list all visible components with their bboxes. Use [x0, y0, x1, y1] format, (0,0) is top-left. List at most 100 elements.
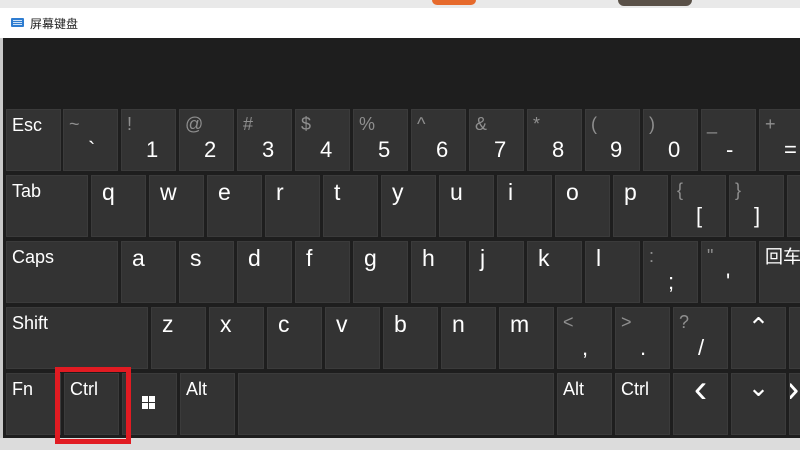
- key-label: Tab: [12, 181, 42, 201]
- key-alt-left[interactable]: Alt: [180, 373, 235, 435]
- key-q[interactable]: q: [91, 175, 146, 237]
- key-ctrl-right[interactable]: Ctrl: [615, 373, 670, 435]
- key-l[interactable]: l: [585, 241, 640, 303]
- key-8[interactable]: * 8: [527, 109, 582, 171]
- key-letter: s: [190, 245, 202, 271]
- key-main-symbol: ': [726, 269, 731, 294]
- key-space[interactable]: [238, 373, 554, 435]
- key-main-symbol: ,: [582, 335, 589, 360]
- key-letter: i: [508, 179, 514, 205]
- key-alt-right[interactable]: Alt: [557, 373, 612, 435]
- key-e[interactable]: e: [207, 175, 262, 237]
- key-arrow-down[interactable]: ⌄: [731, 373, 786, 435]
- key-6[interactable]: ^ 6: [411, 109, 466, 171]
- key-p[interactable]: p: [613, 175, 668, 237]
- key-7[interactable]: & 7: [469, 109, 524, 171]
- key-minus[interactable]: _ -: [701, 109, 756, 171]
- key-letter: d: [248, 245, 261, 271]
- key-shift-symbol: :: [649, 246, 655, 266]
- key-letter: q: [102, 179, 115, 205]
- key-semicolon[interactable]: : ;: [643, 241, 698, 303]
- key-letter: l: [596, 245, 602, 271]
- key-o[interactable]: o: [555, 175, 610, 237]
- key-1[interactable]: ! 1: [121, 109, 176, 171]
- key-quote[interactable]: " ': [701, 241, 756, 303]
- key-j[interactable]: j: [469, 241, 524, 303]
- key-tab[interactable]: Tab: [6, 175, 88, 237]
- key-c[interactable]: c: [267, 307, 322, 369]
- key-shift-symbol: (: [591, 114, 597, 134]
- key-label: Alt: [563, 379, 585, 399]
- key-backtick[interactable]: ~ `: [63, 109, 118, 171]
- key-main-symbol: 3: [262, 137, 275, 162]
- key-4[interactable]: $ 4: [295, 109, 350, 171]
- key-i[interactable]: i: [497, 175, 552, 237]
- key-arrow-left[interactable]: ‹: [673, 369, 728, 435]
- key-z[interactable]: z: [151, 307, 206, 369]
- key-a[interactable]: a: [121, 241, 176, 303]
- key-edge-row4[interactable]: [789, 307, 800, 369]
- key-w[interactable]: w: [149, 175, 204, 237]
- key-9[interactable]: ( 9: [585, 109, 640, 171]
- key-period[interactable]: > .: [615, 307, 670, 369]
- key-f[interactable]: f: [295, 241, 350, 303]
- key-2[interactable]: @ 2: [179, 109, 234, 171]
- key-arrow-up[interactable]: ⌃: [731, 307, 786, 369]
- key-shift-symbol: !: [127, 114, 133, 134]
- key-label: Alt: [186, 379, 208, 399]
- key-k[interactable]: k: [527, 241, 582, 303]
- key-main-symbol: =: [784, 137, 797, 162]
- key-letter: a: [132, 245, 145, 271]
- key-main-symbol: 2: [204, 137, 217, 162]
- key-r[interactable]: r: [265, 175, 320, 237]
- key-x[interactable]: x: [209, 307, 264, 369]
- key-s[interactable]: s: [179, 241, 234, 303]
- background-strip: [0, 0, 800, 8]
- title-bar[interactable]: 屏幕键盘: [0, 8, 800, 39]
- key-3[interactable]: # 3: [237, 109, 292, 171]
- key-main-symbol: `: [88, 137, 96, 162]
- key-5[interactable]: % 5: [353, 109, 408, 171]
- key-b[interactable]: b: [383, 307, 438, 369]
- key-main-symbol: 8: [552, 137, 565, 162]
- key-fn[interactable]: Fn: [6, 373, 61, 435]
- key-equals[interactable]: + =: [759, 109, 800, 171]
- key-g[interactable]: g: [353, 241, 408, 303]
- key-arrow-right[interactable]: ›: [789, 373, 800, 435]
- key-0[interactable]: ) 0: [643, 109, 698, 171]
- key-caps[interactable]: Caps: [6, 241, 118, 303]
- key-y[interactable]: y: [381, 175, 436, 237]
- key-left-bracket[interactable]: { [: [671, 175, 726, 237]
- key-edge-row2[interactable]: [787, 175, 800, 237]
- key-main-symbol: ;: [668, 269, 675, 294]
- key-letter: e: [218, 179, 231, 205]
- key-shift-symbol: <: [563, 312, 574, 332]
- key-shift[interactable]: Shift: [6, 307, 148, 369]
- key-letter: b: [394, 311, 407, 337]
- key-shift-symbol: >: [621, 312, 632, 332]
- key-main-symbol: 1: [146, 137, 159, 162]
- key-t[interactable]: t: [323, 175, 378, 237]
- key-shift-symbol: %: [359, 114, 376, 134]
- windows-icon: [142, 396, 155, 409]
- key-slash[interactable]: ? /: [673, 307, 728, 369]
- key-m[interactable]: m: [499, 307, 554, 369]
- key-main-symbol: -: [726, 137, 734, 162]
- key-v[interactable]: v: [325, 307, 380, 369]
- key-u[interactable]: u: [439, 175, 494, 237]
- key-comma[interactable]: < ,: [557, 307, 612, 369]
- key-main-symbol: 0: [668, 137, 681, 162]
- key-main-symbol: 9: [610, 137, 623, 162]
- key-enter[interactable]: 回车: [759, 241, 800, 303]
- key-shift-symbol: &: [475, 114, 488, 134]
- key-d[interactable]: d: [237, 241, 292, 303]
- key-label: Esc: [12, 115, 43, 135]
- key-letter: w: [160, 179, 177, 205]
- key-shift-symbol: ^: [417, 114, 426, 134]
- ctrl-highlight-box: [55, 367, 131, 444]
- key-h[interactable]: h: [411, 241, 466, 303]
- key-esc[interactable]: Esc: [6, 109, 61, 171]
- key-n[interactable]: n: [441, 307, 496, 369]
- key-right-bracket[interactable]: } ]: [729, 175, 784, 237]
- key-letter: t: [334, 179, 341, 205]
